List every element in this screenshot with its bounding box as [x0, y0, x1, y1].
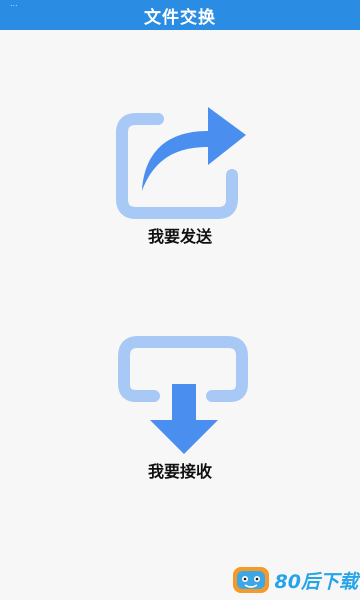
- page-title: 文件交换: [144, 7, 216, 28]
- watermark: 80后下载: [231, 562, 358, 598]
- watermark-text: 80后下载: [274, 570, 358, 593]
- receive-label: 我要接收: [147, 462, 212, 481]
- title-bar: ... 文件交换: [0, 0, 360, 30]
- share-icon: [116, 107, 246, 219]
- file-exchange-screen: ... 文件交换 我要发送 我要接收 80后下载: [0, 0, 360, 600]
- send-label: 我要发送: [147, 227, 212, 246]
- receive-button[interactable]: 我要接收: [100, 330, 260, 485]
- status-bar-text: ...: [10, 0, 18, 8]
- send-button[interactable]: 我要发送: [100, 95, 260, 250]
- download-icon: [118, 336, 248, 454]
- mascot-logo-icon: [232, 567, 269, 593]
